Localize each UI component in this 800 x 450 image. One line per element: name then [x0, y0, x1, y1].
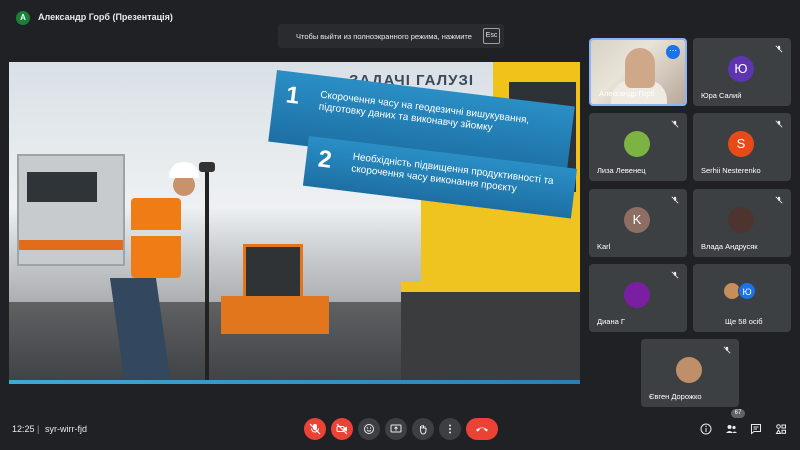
participant-name: Диана Г [597, 317, 625, 326]
participant-tile[interactable]: Диана Г [589, 264, 687, 332]
avatar: Ю [728, 56, 754, 82]
toast-text: Чтобы выйти из полноэкранного режима, на… [296, 31, 472, 41]
participant-tile[interactable]: K Karl [589, 189, 687, 257]
participant-name: Юра Салий [701, 91, 742, 100]
slide-surveyor-image [109, 162, 209, 384]
participant-name: Лиза Левенец [597, 166, 646, 175]
participant-tile-presenter[interactable]: ⋯ Александр Горб [589, 38, 687, 106]
mic-off-icon [775, 196, 783, 204]
avatar: Ю [738, 282, 756, 300]
more-options-icon[interactable]: ⋯ [666, 45, 680, 59]
mic-off-icon [775, 120, 783, 128]
more-participants-tile[interactable]: Ю Ще 58 осіб [693, 264, 791, 332]
hang-up-icon [476, 427, 488, 432]
hand-icon [420, 425, 427, 435]
mic-off-icon [671, 196, 679, 204]
participant-name: Євген Дорожко [649, 392, 702, 401]
slide-survey-pole-image [205, 166, 209, 384]
avatar [624, 282, 650, 308]
participant-name: Ще 58 осіб [725, 317, 763, 326]
slide-gnss-receiver-image [199, 162, 215, 172]
separator: | [37, 424, 40, 434]
leave-call-button[interactable] [466, 418, 498, 440]
more-vert-icon [449, 424, 451, 434]
meeting-clock: 12:25 [12, 424, 35, 434]
meeting-code: syr-wirr-fjd [45, 424, 87, 434]
participant-tile[interactable]: Євген Дорожко [641, 339, 739, 407]
reactions-button[interactable] [358, 418, 380, 440]
chat-icon [751, 424, 761, 435]
people-button[interactable] [724, 422, 738, 436]
activities-icon [775, 424, 786, 434]
slide-orange-roller-image [221, 244, 333, 336]
participant-name: Serhii Nesterenko [701, 166, 761, 175]
avatar: S [728, 131, 754, 157]
presenter-avatar: A [16, 11, 30, 25]
present-screen-button[interactable] [385, 418, 407, 440]
microphone-toggle-button[interactable] [304, 418, 326, 440]
participant-name: Влада Андрусяк [701, 242, 758, 251]
participant-count-badge: 67 [731, 409, 745, 418]
participant-tile[interactable]: S Serhii Nesterenko [693, 113, 791, 181]
participant-tile[interactable]: Влада Андрусяк [693, 189, 791, 257]
mic-off-icon [671, 120, 679, 128]
mic-off-icon [723, 346, 731, 354]
activities-button[interactable] [774, 422, 788, 436]
avatar: K [624, 207, 650, 233]
raise-hand-button[interactable] [412, 418, 434, 440]
esc-key-hint: Esc [483, 28, 500, 44]
slide-item-number: 1 [284, 81, 301, 110]
bottom-control-bar: 12:25 | syr-wirr-fjd [0, 408, 800, 450]
participant-name: Karl [597, 242, 611, 251]
camera-off-icon [336, 423, 348, 435]
participant-tile[interactable]: Ю Юра Салий [693, 38, 791, 106]
emoji-icon [364, 424, 374, 434]
mic-off-icon [671, 271, 679, 279]
mic-off-icon [309, 423, 321, 435]
meeting-details-button[interactable] [699, 422, 713, 436]
presentation-title: Александр Горб (Презентація) [38, 12, 173, 22]
avatar [676, 357, 702, 383]
camera-toggle-button[interactable] [331, 418, 353, 440]
participant-tile[interactable]: Лиза Левенец [589, 113, 687, 181]
chat-button[interactable] [749, 422, 763, 436]
presentation-slide: ЗАДАЧІ ГАЛУЗІ 1 Скорочення часу на геоде… [9, 62, 580, 384]
slide-accent-bar [9, 380, 580, 384]
people-icon [725, 425, 737, 433]
fullscreen-exit-toast: Чтобы выйти из полноэкранного режима, на… [278, 24, 504, 48]
avatar [624, 131, 650, 157]
info-icon [700, 423, 712, 435]
avatar [728, 207, 754, 233]
participant-name: Александр Горб [599, 89, 655, 98]
more-options-button[interactable] [439, 418, 461, 440]
present-screen-icon [390, 424, 402, 433]
mic-off-icon [775, 45, 783, 53]
slide-item-number: 2 [316, 145, 334, 174]
